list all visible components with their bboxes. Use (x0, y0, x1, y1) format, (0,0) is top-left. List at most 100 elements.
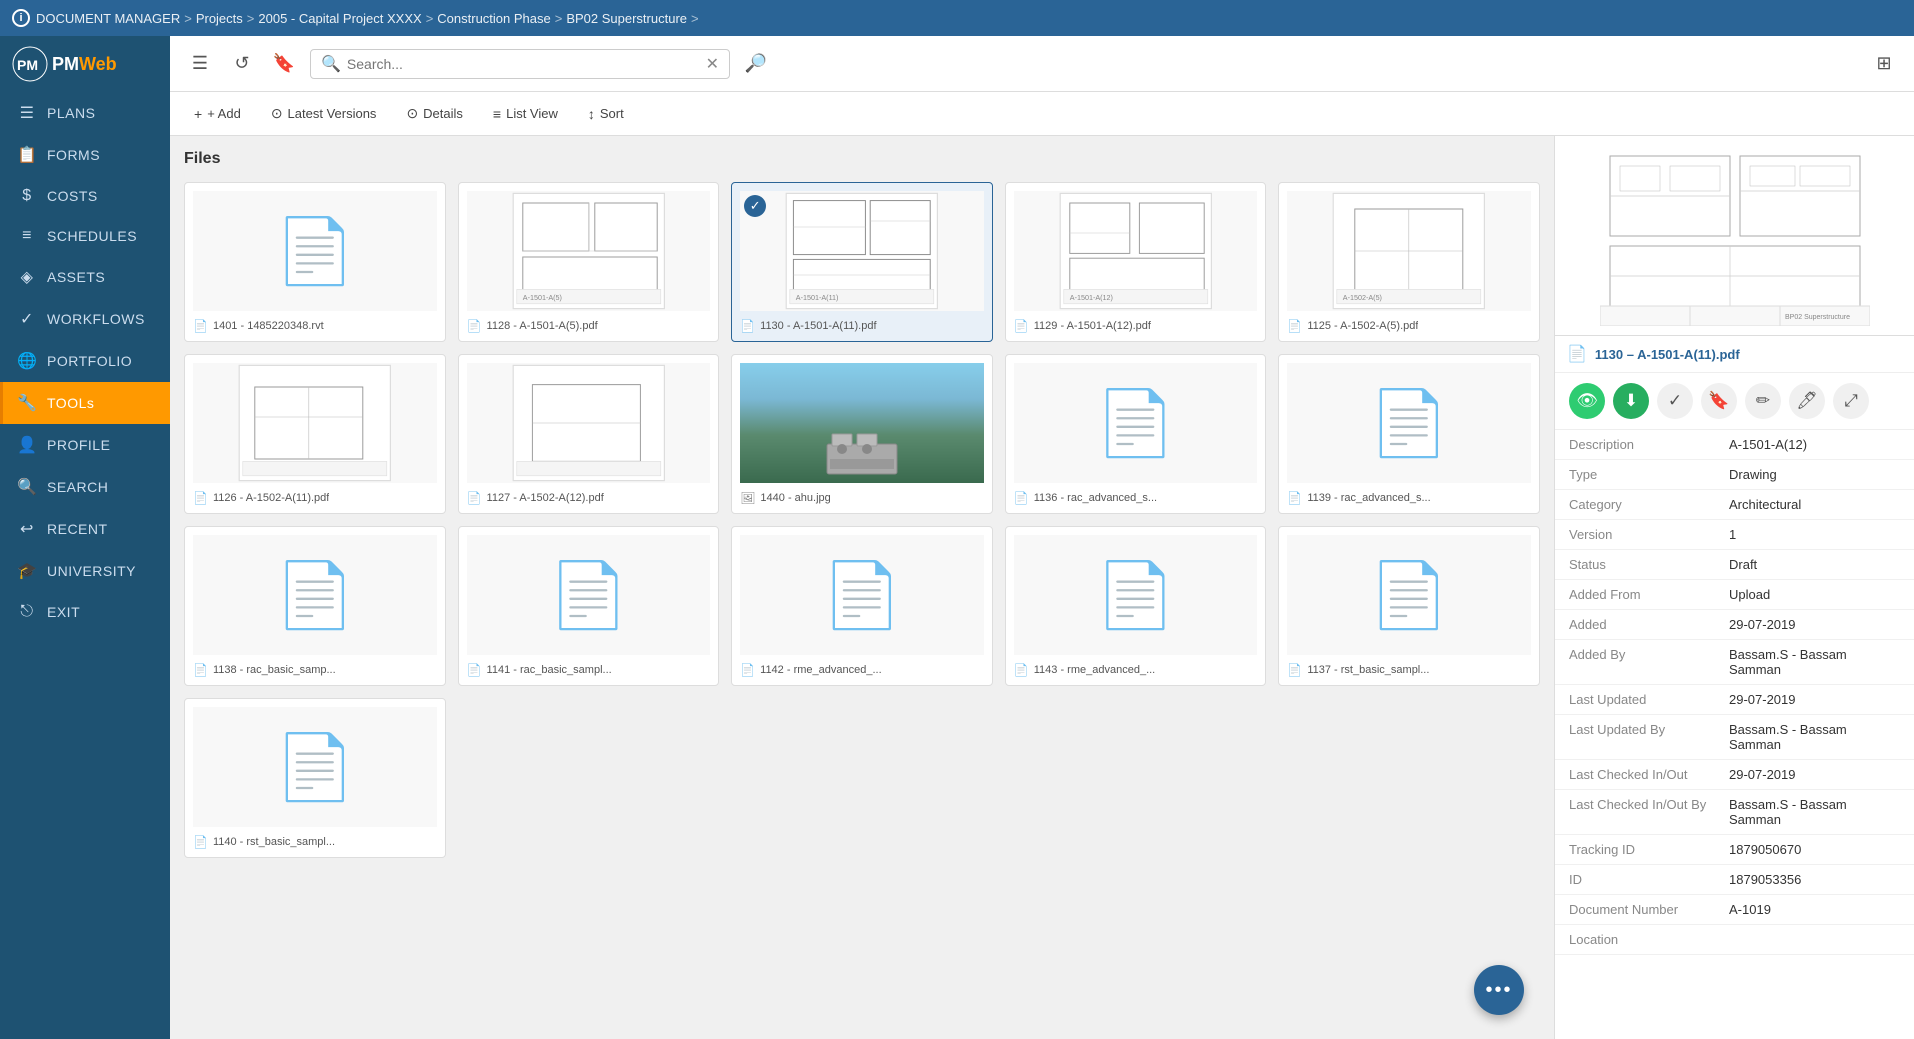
drawing-thumb-svg: A-1501-A(5) (467, 191, 711, 311)
bookmark-button[interactable]: 🔖 (268, 48, 300, 80)
edit-button[interactable]: ✏ (1745, 383, 1781, 419)
tools-icon: 🔧 (17, 393, 37, 413)
file-type-icon: 📄 (1014, 491, 1029, 505)
sidebar-item-recent[interactable]: ↩ RECENT (0, 508, 170, 550)
detail-row-description: Description A-1501-A(12) (1555, 430, 1914, 460)
menu-button[interactable]: ☰ (184, 48, 216, 80)
file-type-icon: 📄 (193, 835, 208, 849)
file-type-icon: 📄 (1287, 319, 1302, 333)
photo-bg (740, 363, 984, 483)
expand-button[interactable]: ⤢ (1833, 383, 1869, 419)
sidebar-item-label: WORKFLOWS (47, 311, 145, 327)
sidebar-item-plans[interactable]: ☰ PLANS (0, 92, 170, 134)
file-card-selected[interactable]: ✓ A-1501-A(11) (731, 182, 993, 342)
detail-row-status: Status Draft (1555, 550, 1914, 580)
file-card[interactable]: 📄 📄 1143 - rme_advanced_... (1005, 526, 1267, 686)
file-card[interactable]: 📄 1127 - A-1502-A(12).pdf (458, 354, 720, 514)
detail-row-last-updated-by: Last Updated By Bassam.S - Bassam Samman (1555, 715, 1914, 760)
search-input[interactable] (347, 56, 706, 72)
file-card[interactable]: A-1501-A(12) 📄 1129 - A-1501-A(12).pdf (1005, 182, 1267, 342)
clear-search-icon[interactable]: ✕ (706, 54, 719, 74)
file-name-row: 📄 1129 - A-1501-A(12).pdf (1014, 319, 1258, 333)
fab-icon: ••• (1485, 979, 1512, 1002)
file-card[interactable]: 📄 📄 1140 - rst_basic_sampl... (184, 698, 446, 858)
file-thumb: 📄 (193, 191, 437, 311)
info-icon[interactable]: i (12, 9, 30, 27)
sidebar-item-label: UNIVERSITY (47, 563, 136, 579)
file-thumb: 📄 (467, 535, 711, 655)
versions-icon: ⊙ (271, 105, 283, 122)
sidebar-item-forms[interactable]: 📋 FORMS (0, 134, 170, 176)
detail-value (1729, 932, 1900, 947)
file-card[interactable]: 📄 📄 1141 - rac_basic_sampl... (458, 526, 720, 686)
zoom-button[interactable]: 🔎 (740, 48, 772, 80)
file-card[interactable]: 📄 1126 - A-1502-A(11).pdf (184, 354, 446, 514)
sidebar-item-costs[interactable]: $ COSTS (0, 176, 170, 216)
file-card[interactable]: 📄 📄 1139 - rac_advanced_s... (1278, 354, 1540, 514)
file-name-row: 📄 1140 - rst_basic_sampl... (193, 835, 437, 849)
undo-button[interactable]: ↺ (226, 48, 258, 80)
file-blank-icon: 📄 (822, 558, 902, 633)
search-box: 🔍 ✕ (310, 49, 730, 79)
file-type-icon: 📄 (740, 663, 755, 677)
file-thumb: A-1501-A(12) (1014, 191, 1258, 311)
detail-label: Status (1569, 557, 1729, 572)
forms-icon: 📋 (17, 145, 37, 165)
detail-value: A-1019 (1729, 902, 1900, 917)
file-card[interactable]: A-1501-A(5) 📄 1128 - A-1501-A(5).pdf (458, 182, 720, 342)
file-card[interactable]: 📄 📄 1138 - rac_basic_samp... (184, 526, 446, 686)
detail-row-document-number: Document Number A-1019 (1555, 895, 1914, 925)
view-button[interactable]: 👁 (1569, 383, 1605, 419)
file-card[interactable]: 📄 📄 1136 - rac_advanced_s... (1005, 354, 1267, 514)
file-name-row: 📄 1125 - A-1502-A(5).pdf (1287, 319, 1531, 333)
file-type-icon: 📄 (1014, 663, 1029, 677)
pen-button[interactable]: 🖊 (1789, 383, 1825, 419)
details-button[interactable]: ⊙ Details (398, 101, 470, 126)
bookmark-panel-button[interactable]: 🔖 (1701, 383, 1737, 419)
sidebar-item-profile[interactable]: 👤 PROFILE (0, 424, 170, 466)
sidebar-item-label: PLANS (47, 105, 95, 121)
latest-versions-button[interactable]: ⊙ Latest Versions (263, 101, 385, 126)
sidebar-item-workflows[interactable]: ✓ WORKFLOWS (0, 298, 170, 340)
detail-value: Bassam.S - Bassam Samman (1729, 722, 1900, 752)
detail-row-last-checked-by: Last Checked In/Out By Bassam.S - Bassam… (1555, 790, 1914, 835)
action-bar: + + Add ⊙ Latest Versions ⊙ Details ≡ Li… (170, 92, 1914, 136)
file-name: 1401 - 1485220348.rvt (213, 320, 324, 332)
file-name: 1138 - rac_basic_samp... (213, 664, 336, 676)
file-thumb (193, 363, 437, 483)
sidebar-item-tools[interactable]: 🔧 TOOLs (0, 382, 170, 424)
file-card[interactable]: 📄 📄 1142 - rme_advanced_... (731, 526, 993, 686)
schedules-icon: ≡ (17, 227, 37, 245)
sidebar-item-exit[interactable]: ⎋ EXIT (0, 592, 170, 632)
file-card[interactable]: 📄 📄 1401 - 1485220348.rvt (184, 182, 446, 342)
file-card[interactable]: 🖼 1440 - ahu.jpg (731, 354, 993, 514)
sidebar-item-search[interactable]: 🔍 SEARCH (0, 466, 170, 508)
add-button[interactable]: + + Add (186, 102, 249, 126)
download-button[interactable]: ⬇ (1613, 383, 1649, 419)
sort-button[interactable]: ↕ Sort (580, 102, 632, 126)
check-button[interactable]: ✓ (1657, 383, 1693, 419)
fab-button[interactable]: ••• (1474, 965, 1524, 1015)
panel-drawing-svg: A-1501-A(12) - Architectural Plan BP02 S… (1600, 146, 1870, 326)
sidebar-item-assets[interactable]: ◈ ASSETS (0, 256, 170, 298)
sidebar-item-portfolio[interactable]: 🌐 PORTFOLIO (0, 340, 170, 382)
search-icon: 🔍 (321, 54, 341, 74)
list-view-icon: ≡ (493, 106, 501, 122)
detail-value: 29-07-2019 (1729, 692, 1900, 707)
detail-value: 29-07-2019 (1729, 617, 1900, 632)
detail-value: 1 (1729, 527, 1900, 542)
sidebar-item-university[interactable]: 🎓 UNIVERSITY (0, 550, 170, 592)
detail-label: Location (1569, 932, 1729, 947)
detail-label: Added (1569, 617, 1729, 632)
file-card[interactable]: A-1502-A(5) 📄 1125 - A-1502-A(5).pdf (1278, 182, 1540, 342)
detail-label: Type (1569, 467, 1729, 482)
file-card[interactable]: 📄 📄 1137 - rst_basic_sampl... (1278, 526, 1540, 686)
settings-button[interactable]: ⊞ (1868, 48, 1900, 80)
sidebar-item-schedules[interactable]: ≡ SCHEDULES (0, 216, 170, 256)
latest-versions-label: Latest Versions (288, 106, 377, 121)
university-icon: 🎓 (17, 561, 37, 581)
list-view-button[interactable]: ≡ List View (485, 102, 566, 126)
file-name: 1142 - rme_advanced_... (760, 664, 881, 676)
file-thumb: 📄 (1287, 535, 1531, 655)
files-title: Files (184, 150, 1540, 168)
